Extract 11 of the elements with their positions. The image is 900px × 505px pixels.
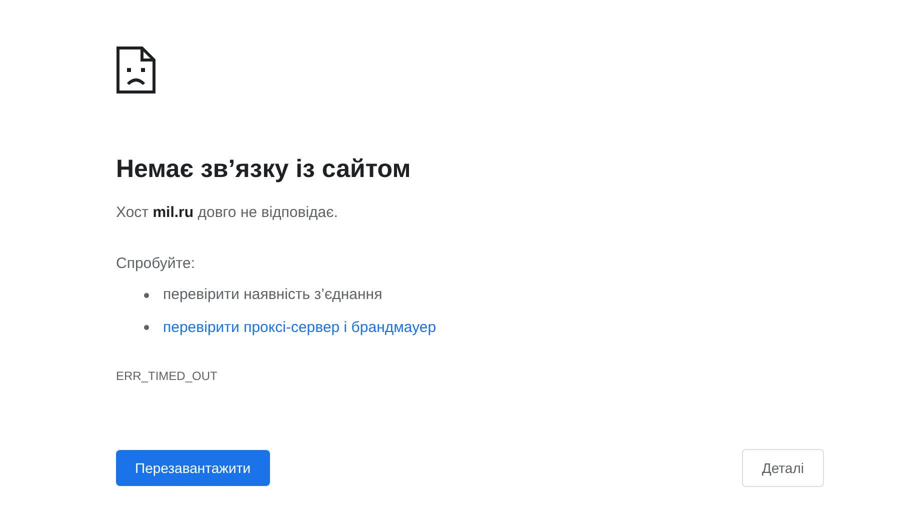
error-code: ERR_TIMED_OUT bbox=[116, 368, 218, 385]
details-button[interactable]: Деталі bbox=[742, 449, 824, 487]
reload-button[interactable]: Перезавантажити bbox=[116, 450, 270, 486]
suggestion-link[interactable]: перевірити проксі-сервер і брандмауер bbox=[163, 316, 436, 339]
bullet-icon bbox=[144, 292, 149, 298]
sad-page-icon bbox=[116, 46, 156, 94]
error-message: Хост mil.ru довго не відповідає. bbox=[116, 203, 339, 223]
bullet-icon bbox=[144, 325, 149, 330]
error-title: Немає зв’язку із сайтом bbox=[116, 154, 412, 184]
suggestion-text: перевірити наявність з’єднання bbox=[163, 285, 382, 305]
suggestions-heading: Спробуйте: bbox=[116, 254, 196, 274]
